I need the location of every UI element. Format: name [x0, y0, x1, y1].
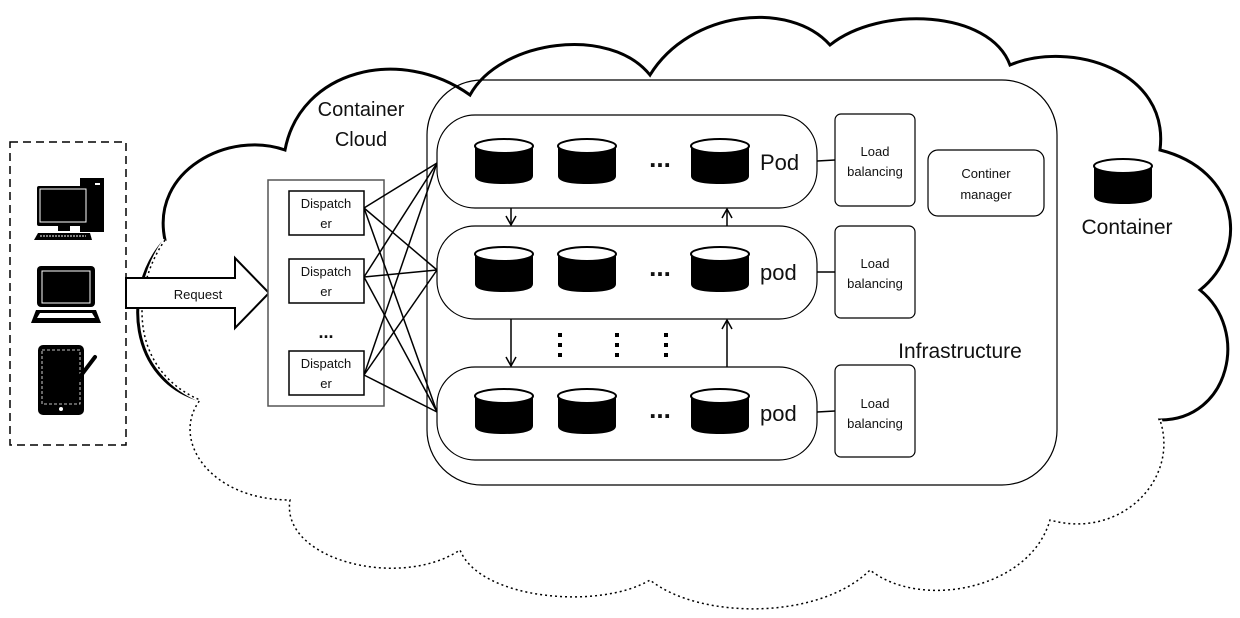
dispatcher-ellipsis: ... [318, 322, 333, 342]
svg-text:Load: Load [861, 396, 890, 411]
pod[interactable]: ... Pod [436, 114, 818, 209]
laptop-icon [31, 266, 101, 323]
container-icon [474, 388, 534, 435]
cloud-label-line2: Cloud [335, 129, 387, 151]
container-icon [557, 388, 617, 435]
dispatcher[interactable]: Dispatch er [288, 190, 365, 236]
svg-text:balancing: balancing [847, 164, 903, 179]
pod-label: pod [760, 401, 797, 426]
container-icon [690, 138, 750, 185]
svg-text:balancing: balancing [847, 276, 903, 291]
container-icon [690, 246, 750, 293]
container-legend-icon [1093, 158, 1153, 205]
pod-label: pod [760, 260, 797, 285]
container-icon [474, 138, 534, 185]
container-icon [474, 246, 534, 293]
container-icon [690, 388, 750, 435]
svg-text:er: er [320, 376, 332, 391]
svg-text:manager: manager [960, 187, 1012, 202]
pod[interactable]: ... pod [436, 225, 818, 320]
request-label: Request [174, 287, 223, 302]
svg-text:...: ... [649, 394, 671, 424]
svg-text:...: ... [649, 252, 671, 282]
svg-text:...: ... [649, 143, 671, 173]
svg-text:er: er [320, 284, 332, 299]
svg-text:Dispatch: Dispatch [301, 356, 352, 371]
container-manager[interactable]: Continer manager [927, 149, 1045, 217]
container-icon [557, 138, 617, 185]
container-legend-label: Container [1081, 216, 1172, 239]
dispatcher[interactable]: Dispatch er [288, 258, 365, 304]
svg-text:Load: Load [861, 144, 890, 159]
dispatcher[interactable]: Dispatch er [288, 350, 365, 396]
container-icon [557, 246, 617, 293]
architecture-diagram: Request Container Cloud Dispatch er Disp… [9, 16, 1232, 611]
pod[interactable]: ... pod [436, 366, 818, 461]
svg-text:Load: Load [861, 256, 890, 271]
svg-text:Dispatch: Dispatch [301, 264, 352, 279]
svg-text:er: er [320, 216, 332, 231]
svg-text:balancing: balancing [847, 416, 903, 431]
cloud-label-line1: Container [318, 99, 405, 121]
infrastructure-label: Infrastructure [898, 340, 1022, 363]
svg-text:Continer: Continer [961, 166, 1011, 181]
pod-label: Pod [760, 150, 799, 175]
svg-text:Dispatch: Dispatch [301, 196, 352, 211]
